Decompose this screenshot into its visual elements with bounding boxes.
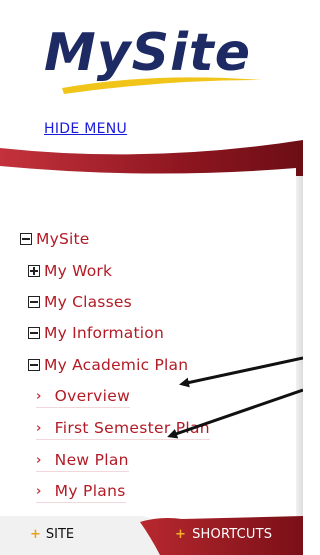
tree-item-my-work[interactable]: My Work (28, 262, 112, 280)
plus-icon: + (175, 527, 187, 542)
sub-item-label: Overview (54, 387, 131, 405)
tree-item-my-information[interactable]: My Information (28, 324, 164, 342)
sub-item-overview[interactable]: › Overview (36, 387, 131, 408)
plus-icon: + (30, 527, 41, 542)
sub-item-label: New Plan (54, 451, 129, 469)
tab-site[interactable]: + SITE (30, 527, 74, 542)
mysite-logo: MySite (44, 23, 262, 94)
sub-item-label: First Semester Plan (54, 419, 210, 437)
tree-item-mysite[interactable]: MySite (20, 230, 90, 248)
minus-box-icon[interactable] (28, 359, 40, 371)
sub-item-my-plans[interactable]: › My Plans (36, 482, 126, 503)
minus-box-icon[interactable] (28, 327, 40, 339)
tree-item-my-classes[interactable]: My Classes (28, 293, 132, 311)
chevron-right-icon: › (36, 388, 42, 404)
tree-item-my-academic-plan[interactable]: My Academic Plan (28, 356, 188, 374)
minus-box-icon[interactable] (28, 296, 40, 308)
tab-site-label: SITE (45, 527, 75, 542)
tree-item-label: My Classes (44, 293, 132, 311)
logo-text: MySite (44, 23, 251, 83)
plus-box-icon[interactable] (28, 265, 40, 277)
tree-item-label: My Information (44, 324, 164, 342)
sub-item-label: My Plans (54, 482, 126, 500)
minus-box-icon[interactable] (20, 233, 32, 245)
tree-item-label: My Work (44, 262, 113, 280)
tab-shortcuts[interactable]: + SHORTCUTS (175, 527, 272, 542)
chevron-right-icon: › (36, 452, 42, 468)
panel-edge (296, 176, 303, 516)
tree-item-label: My Academic Plan (44, 356, 189, 374)
sidebar-page: MySite HIDE MENU MySite My Work My Class… (0, 0, 303, 555)
chevron-right-icon: › (36, 483, 42, 499)
tree-item-label: MySite (36, 230, 90, 248)
sub-item-first-semester-plan[interactable]: › First Semester Plan (36, 419, 210, 440)
sub-item-new-plan[interactable]: › New Plan (36, 451, 129, 472)
tab-shortcuts-label: SHORTCUTS (192, 527, 273, 542)
chevron-right-icon: › (36, 420, 42, 436)
